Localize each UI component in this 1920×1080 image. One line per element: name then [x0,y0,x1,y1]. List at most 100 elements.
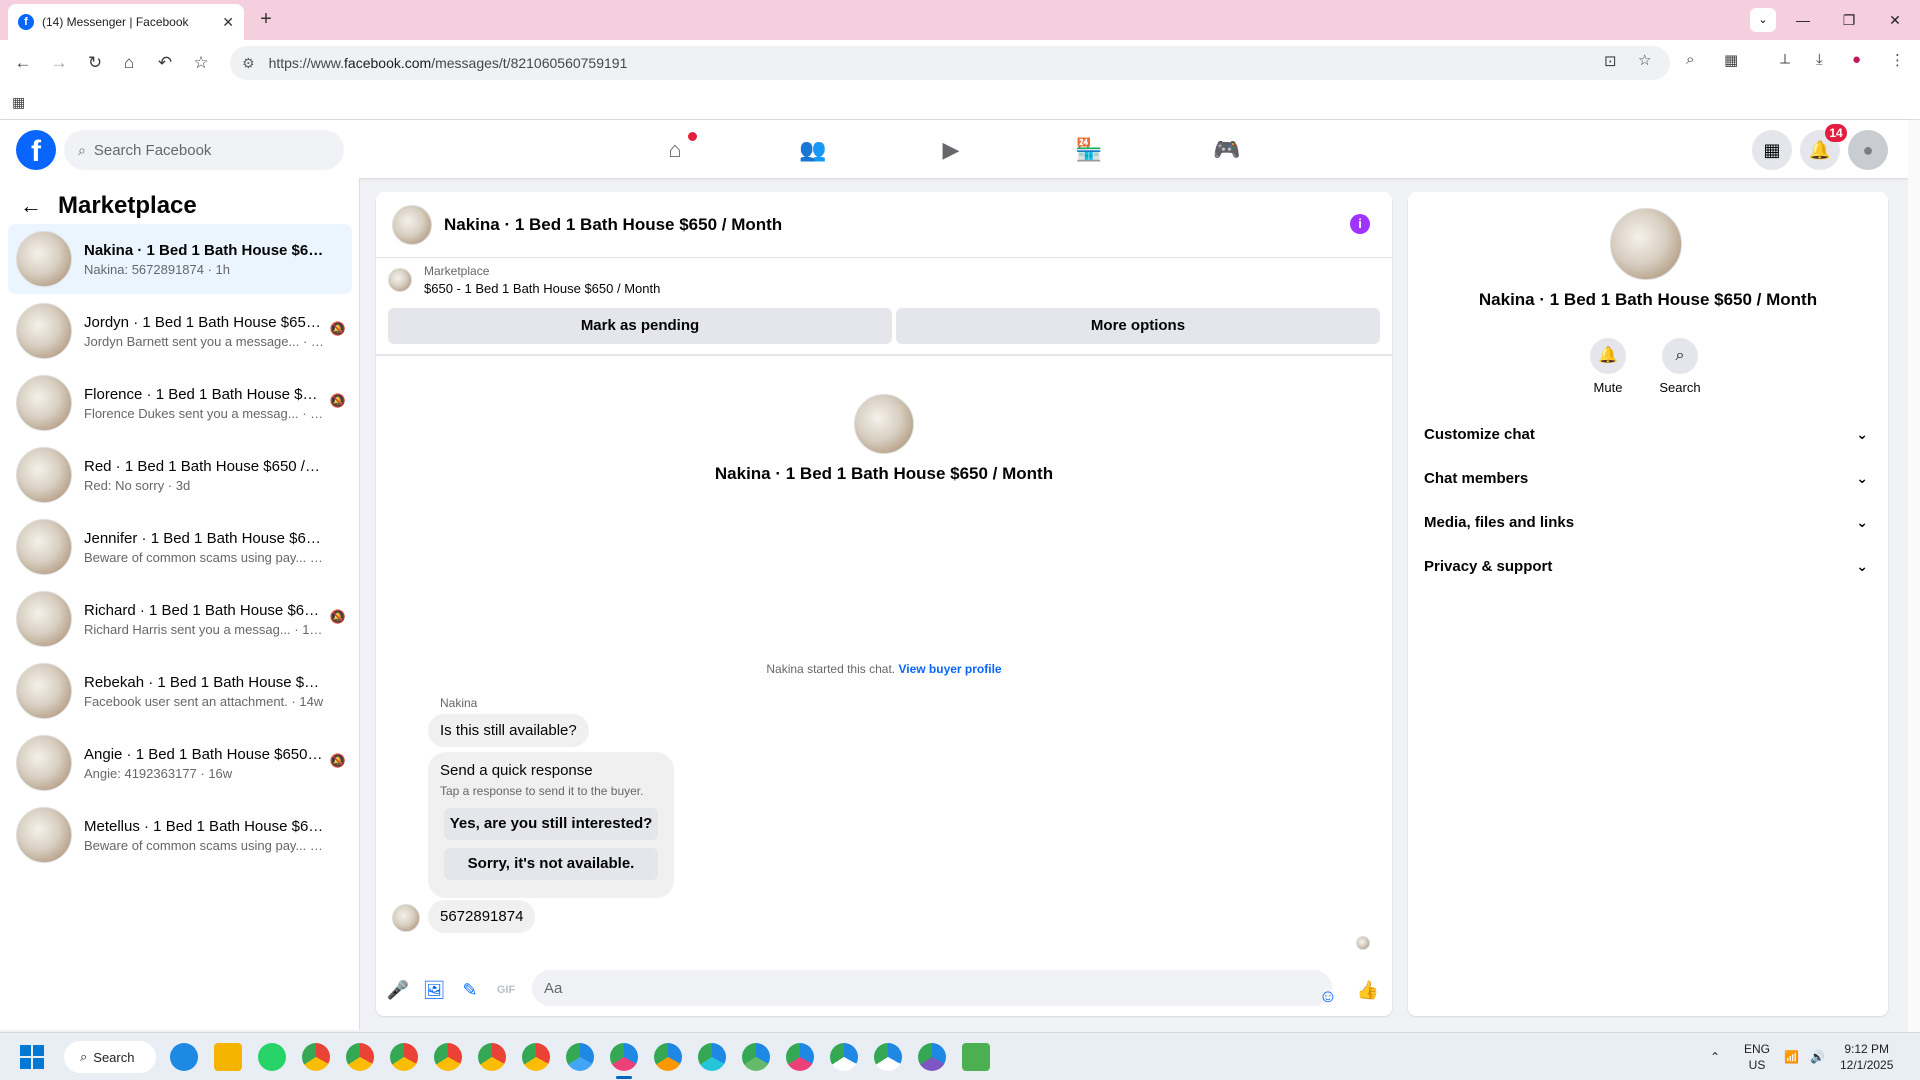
back-icon[interactable]: ← [10,50,36,76]
edge-browser-icon[interactable] [170,1043,198,1071]
close-tab-icon[interactable]: ✕ [222,14,234,31]
account-avatar[interactable]: ● [1848,130,1888,170]
page-scrollbar[interactable] [1908,120,1920,1032]
chrome-profile-icon[interactable] [654,1043,682,1071]
conversation-item[interactable]: Angie · 1 Bed 1 Bath House $650 / Month A… [8,728,352,798]
chrome-icon[interactable] [302,1043,330,1071]
chat-title[interactable]: Nakina · 1 Bed 1 Bath House $650 / Month [444,215,782,235]
clock[interactable]: 9:12 PM 12/1/2025 [1840,1041,1893,1073]
conversation-item[interactable]: Rebekah · 1 Bed 1 Bath House $650 / Mont… [8,656,352,726]
media-files-links-section[interactable]: Media, files and links ⌄ [1416,500,1880,544]
conversation-item[interactable]: Metellus · 1 Bed 1 Bath House $650 / Mon… [8,800,352,870]
conversation-item[interactable]: Nakina · 1 Bed 1 Bath House $650 / Month… [8,224,352,294]
home-icon[interactable]: ⌂ [116,50,142,76]
profile-avatar-icon[interactable]: ● [1852,51,1861,68]
bookmark-star-icon[interactable]: ☆ [188,50,214,76]
chrome-profile-icon[interactable] [786,1043,814,1071]
install-app-icon[interactable]: ⊡ [1604,52,1617,70]
menu-grid-icon[interactable]: ▦ [1752,130,1792,170]
forward-icon[interactable]: → [46,50,72,76]
tab-search-button[interactable]: ⌄ [1750,8,1776,32]
back-arrow-icon[interactable]: ← [20,193,42,219]
view-buyer-profile-link[interactable]: View buyer profile [898,662,1001,676]
conversation-item[interactable]: Florence · 1 Bed 1 Bath House $650 / Mon… [8,368,352,438]
chrome-profile-icon[interactable] [698,1043,726,1071]
conversation-item[interactable]: Red · 1 Bed 1 Bath House $650 / Month Red… [8,440,352,510]
facebook-search-input[interactable]: ⌕ Search Facebook [64,130,344,170]
reload-icon[interactable]: ↻ [82,50,108,76]
restore-icon[interactable]: ❐ [1826,12,1872,29]
mark-as-pending-button[interactable]: Mark as pending [388,308,892,344]
close-window-icon[interactable]: ✕ [1872,12,1918,29]
minimize-icon[interactable]: — [1780,12,1826,28]
clock-date: 12/1/2025 [1840,1058,1894,1072]
search-placeholder: Search Facebook [93,141,212,159]
spreadsheet-app-icon[interactable] [962,1043,990,1071]
friends-nav-icon[interactable]: 👥 [758,130,868,170]
address-bar[interactable]: ⚙ https://www.facebook.com/messages/t/82… [230,46,1670,80]
photo-attach-icon[interactable]: 🖼 [422,978,446,1002]
chrome-profile-icon[interactable] [918,1043,946,1071]
conversation-item[interactable]: Richard · 1 Bed 1 Bath House $650 / Mont… [8,584,352,654]
file-explorer-icon[interactable] [214,1043,242,1071]
info-icon[interactable]: i [1350,214,1370,234]
chrome-icon[interactable] [390,1043,418,1071]
show-hidden-icons[interactable]: ⌃ [1710,1049,1720,1065]
marketplace-listing-banner[interactable]: Marketplace $650 - 1 Bed 1 Bath House $6… [388,264,660,296]
chrome-icon[interactable] [478,1043,506,1071]
new-tab-button[interactable]: + [254,8,278,32]
chrome-icon[interactable] [346,1043,374,1071]
language-indicator[interactable]: ENG US [1744,1041,1770,1073]
chrome-icon[interactable] [522,1043,550,1071]
browser-tab[interactable]: f (14) Messenger | Facebook ✕ [8,4,244,40]
message-input[interactable] [532,970,1332,1006]
chrome-profile-icon[interactable] [742,1043,770,1071]
watch-video-nav-icon[interactable]: ▶ [896,130,1006,170]
windows-start-icon[interactable] [20,1045,44,1069]
customize-chat-section[interactable]: Customize chat ⌄ [1416,412,1880,456]
search-in-chat-button[interactable]: ⌕ Search [1650,338,1710,395]
site-info-icon[interactable]: ⚙ [242,55,255,72]
privacy-support-section[interactable]: Privacy & support ⌄ [1416,544,1880,588]
zoom-search-icon[interactable]: ⌕ [1686,51,1694,68]
quick-reply-yes-button[interactable]: Yes, are you still interested? [444,808,658,840]
chrome-icon[interactable] [434,1043,462,1071]
qr-code-icon[interactable]: ▦ [1724,51,1738,69]
mute-button[interactable]: 🔔 Mute [1578,338,1638,395]
chrome-profile-active-icon[interactable] [610,1043,638,1079]
whatsapp-icon[interactable] [258,1043,286,1071]
thumbs-up-icon[interactable]: 👍 [1356,978,1380,1002]
volume-icon[interactable]: 🔊 [1810,1049,1825,1065]
home-nav-icon[interactable]: ⌂ [620,130,730,170]
details-name: Nakina · 1 Bed 1 Bath House $650 / Month [1478,290,1818,309]
apps-grid-icon[interactable]: ▦ [12,94,25,111]
emoji-icon[interactable]: ☺ [1316,984,1340,1008]
chat-members-section[interactable]: Chat members ⌄ [1416,456,1880,500]
quick-reply-sorry-button[interactable]: Sorry, it's not available. [444,848,658,880]
gif-icon[interactable]: GIF [494,978,518,1002]
listing-thumbnail[interactable] [392,204,432,245]
marketplace-nav-icon[interactable]: 🏪 [1034,130,1144,170]
url-text: https://www.facebook.com/messages/t/8210… [268,55,628,71]
crop-screenshot-icon[interactable]: ⟂ [1780,51,1790,68]
menu-kebab-icon[interactable]: ⋮ [1890,51,1905,69]
conversation-item[interactable]: Jennifer · 1 Bed 1 Bath House $650 / Mon… [8,512,352,582]
facebook-logo-icon[interactable]: f [16,130,56,170]
more-options-button[interactable]: More options [896,308,1380,344]
chrome-profile-icon[interactable] [830,1043,858,1071]
message-bubble[interactable]: Is this still available? [428,714,589,747]
chrome-profile-icon[interactable] [566,1043,594,1071]
listing-line: $650 - 1 Bed 1 Bath House $650 / Month [424,281,661,296]
download-icon[interactable]: ⤓ [1816,51,1823,68]
chrome-profile-icon[interactable] [874,1043,902,1071]
sender-avatar[interactable] [392,904,420,932]
undo-icon[interactable]: ↶ [152,50,178,76]
message-bubble[interactable]: 5672891874 [428,900,536,933]
gaming-nav-icon[interactable]: 🎮 [1172,130,1282,170]
wifi-icon[interactable]: 📶 [1784,1049,1799,1065]
sticker-icon[interactable]: ✎ [458,978,482,1002]
taskbar-search[interactable]: ⌕ Search [64,1041,156,1073]
microphone-icon[interactable]: 🎤 [386,978,410,1002]
conversation-item[interactable]: Jordyn · 1 Bed 1 Bath House $650 / Month… [8,296,352,366]
bookmark-page-icon[interactable]: ☆ [1638,51,1651,69]
